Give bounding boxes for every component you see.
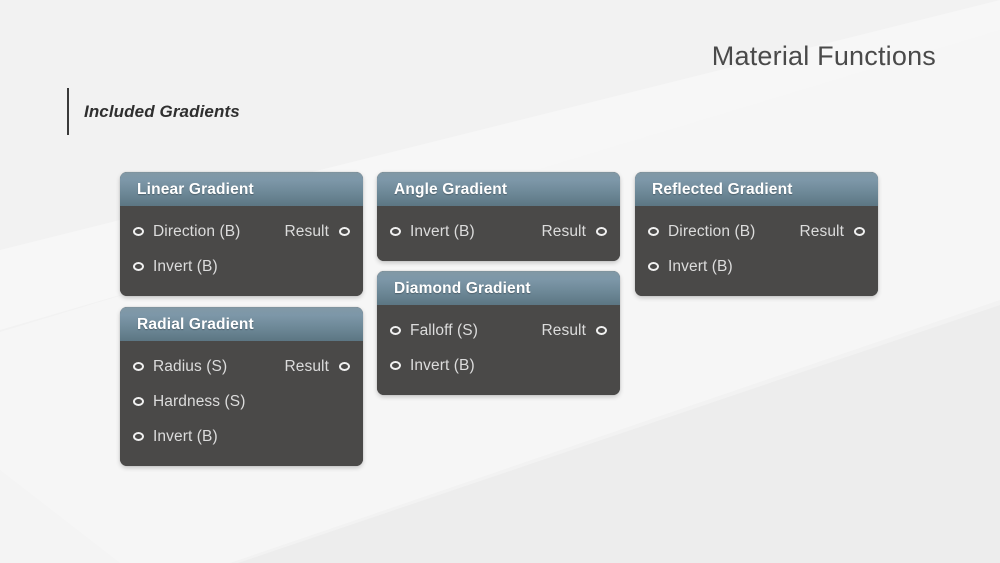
input-pin-diamond-gradient-1[interactable]: Invert (B) [377,357,475,375]
input-pin-angle-gradient-0[interactable]: Invert (B) [377,223,475,241]
input-pin-label: Invert (B) [153,257,218,275]
output-pin-linear-gradient-0[interactable]: Result [284,214,350,249]
output-pin-label: Result [799,222,844,240]
input-pin-radial-gradient-1[interactable]: Hardness (S) [120,393,246,411]
node-body-linear-gradient: Direction (B) Result Invert (B) [120,206,363,296]
ellipse-outline-pin-icon[interactable] [339,227,350,236]
input-pin-label: Invert (B) [153,427,218,445]
node-card-angle-gradient[interactable]: Angle Gradient Invert (B) Result [377,172,620,261]
node-card-linear-gradient[interactable]: Linear Gradient Direction (B) Result Invert… [120,172,363,296]
node-card-reflected-gradient[interactable]: Reflected Gradient Direction (B) Result Inv… [635,172,878,296]
ellipse-outline-pin-icon[interactable] [648,262,659,271]
input-pin-label: Direction (B) [668,222,756,240]
ellipse-outline-pin-icon[interactable] [596,227,607,236]
input-pin-label: Invert (B) [668,257,733,275]
input-pin-linear-gradient-1[interactable]: Invert (B) [120,258,218,276]
node-header-angle-gradient[interactable]: Angle Gradient [377,172,620,206]
node-header-linear-gradient[interactable]: Linear Gradient [120,172,363,206]
ellipse-outline-pin-icon[interactable] [133,262,144,271]
input-pin-label: Invert (B) [410,222,475,240]
input-pin-label: Falloff (S) [410,321,478,339]
output-pin-diamond-gradient-0[interactable]: Result [541,313,607,348]
node-graph-canvas: Linear Gradient Direction (B) Result Invert… [0,0,1000,563]
node-body-reflected-gradient: Direction (B) Result Invert (B) [635,206,878,296]
node-header-radial-gradient[interactable]: Radial Gradient [120,307,363,341]
node-body-radial-gradient: Radius (S) Result Hardness (S) Invert (B) [120,341,363,466]
output-pin-angle-gradient-0[interactable]: Result [541,214,607,249]
node-pin-row: Invert (B) Result [377,214,620,249]
node-header-reflected-gradient[interactable]: Reflected Gradient [635,172,878,206]
output-pin-label: Result [541,222,586,240]
input-pin-radial-gradient-2[interactable]: Invert (B) [120,428,218,446]
ellipse-outline-pin-icon[interactable] [596,326,607,335]
node-title-radial-gradient: Radial Gradient [137,315,254,333]
node-pin-row: Falloff (S) Result [377,313,620,348]
node-card-radial-gradient[interactable]: Radial Gradient Radius (S) Result Hardness … [120,307,363,466]
input-pin-label: Invert (B) [410,356,475,374]
node-body-diamond-gradient: Falloff (S) Result Invert (B) [377,305,620,395]
ellipse-outline-pin-icon[interactable] [133,397,144,406]
input-pin-label: Direction (B) [153,222,241,240]
node-header-diamond-gradient[interactable]: Diamond Gradient [377,271,620,305]
section-heading: Included Gradients [67,88,240,135]
ellipse-outline-pin-icon[interactable] [854,227,865,236]
input-pin-reflected-gradient-0[interactable]: Direction (B) [635,223,755,241]
input-pin-label: Radius (S) [153,357,228,375]
ellipse-outline-pin-icon[interactable] [648,227,659,236]
node-title-linear-gradient: Linear Gradient [137,180,254,198]
ellipse-outline-pin-icon[interactable] [133,362,144,371]
output-pin-radial-gradient-0[interactable]: Result [284,349,350,384]
ellipse-outline-pin-icon[interactable] [390,326,401,335]
output-pin-label: Result [284,222,329,240]
ellipse-outline-pin-icon[interactable] [390,227,401,236]
node-pin-row: Direction (B) Result [120,214,363,249]
input-pin-label: Hardness (S) [153,392,246,410]
input-pin-diamond-gradient-0[interactable]: Falloff (S) [377,322,478,340]
input-pin-radial-gradient-0[interactable]: Radius (S) [120,358,227,376]
ellipse-outline-pin-icon[interactable] [133,432,144,441]
node-title-diamond-gradient: Diamond Gradient [394,279,531,297]
ellipse-outline-pin-icon[interactable] [339,362,350,371]
node-pin-row: Invert (B) [377,348,620,383]
input-pin-linear-gradient-0[interactable]: Direction (B) [120,223,240,241]
section-accent-bar [67,88,69,135]
node-pin-row: Direction (B) Result [635,214,878,249]
page-title: Material Functions [711,41,936,71]
node-pin-row: Radius (S) Result [120,349,363,384]
node-pin-row: Invert (B) [120,419,363,454]
output-pin-label: Result [284,357,329,375]
node-title-angle-gradient: Angle Gradient [394,180,508,198]
node-title-reflected-gradient: Reflected Gradient [652,180,793,198]
output-pin-label: Result [541,321,586,339]
output-pin-reflected-gradient-0[interactable]: Result [799,214,865,249]
node-pin-row: Hardness (S) [120,384,363,419]
node-card-diamond-gradient[interactable]: Diamond Gradient Falloff (S) Result Invert … [377,271,620,395]
node-pin-row: Invert (B) [120,249,363,284]
ellipse-outline-pin-icon[interactable] [133,227,144,236]
node-body-angle-gradient: Invert (B) Result [377,206,620,261]
node-pin-row: Invert (B) [635,249,878,284]
section-heading-label: Included Gradients [84,101,240,121]
input-pin-reflected-gradient-1[interactable]: Invert (B) [635,258,733,276]
ellipse-outline-pin-icon[interactable] [390,361,401,370]
